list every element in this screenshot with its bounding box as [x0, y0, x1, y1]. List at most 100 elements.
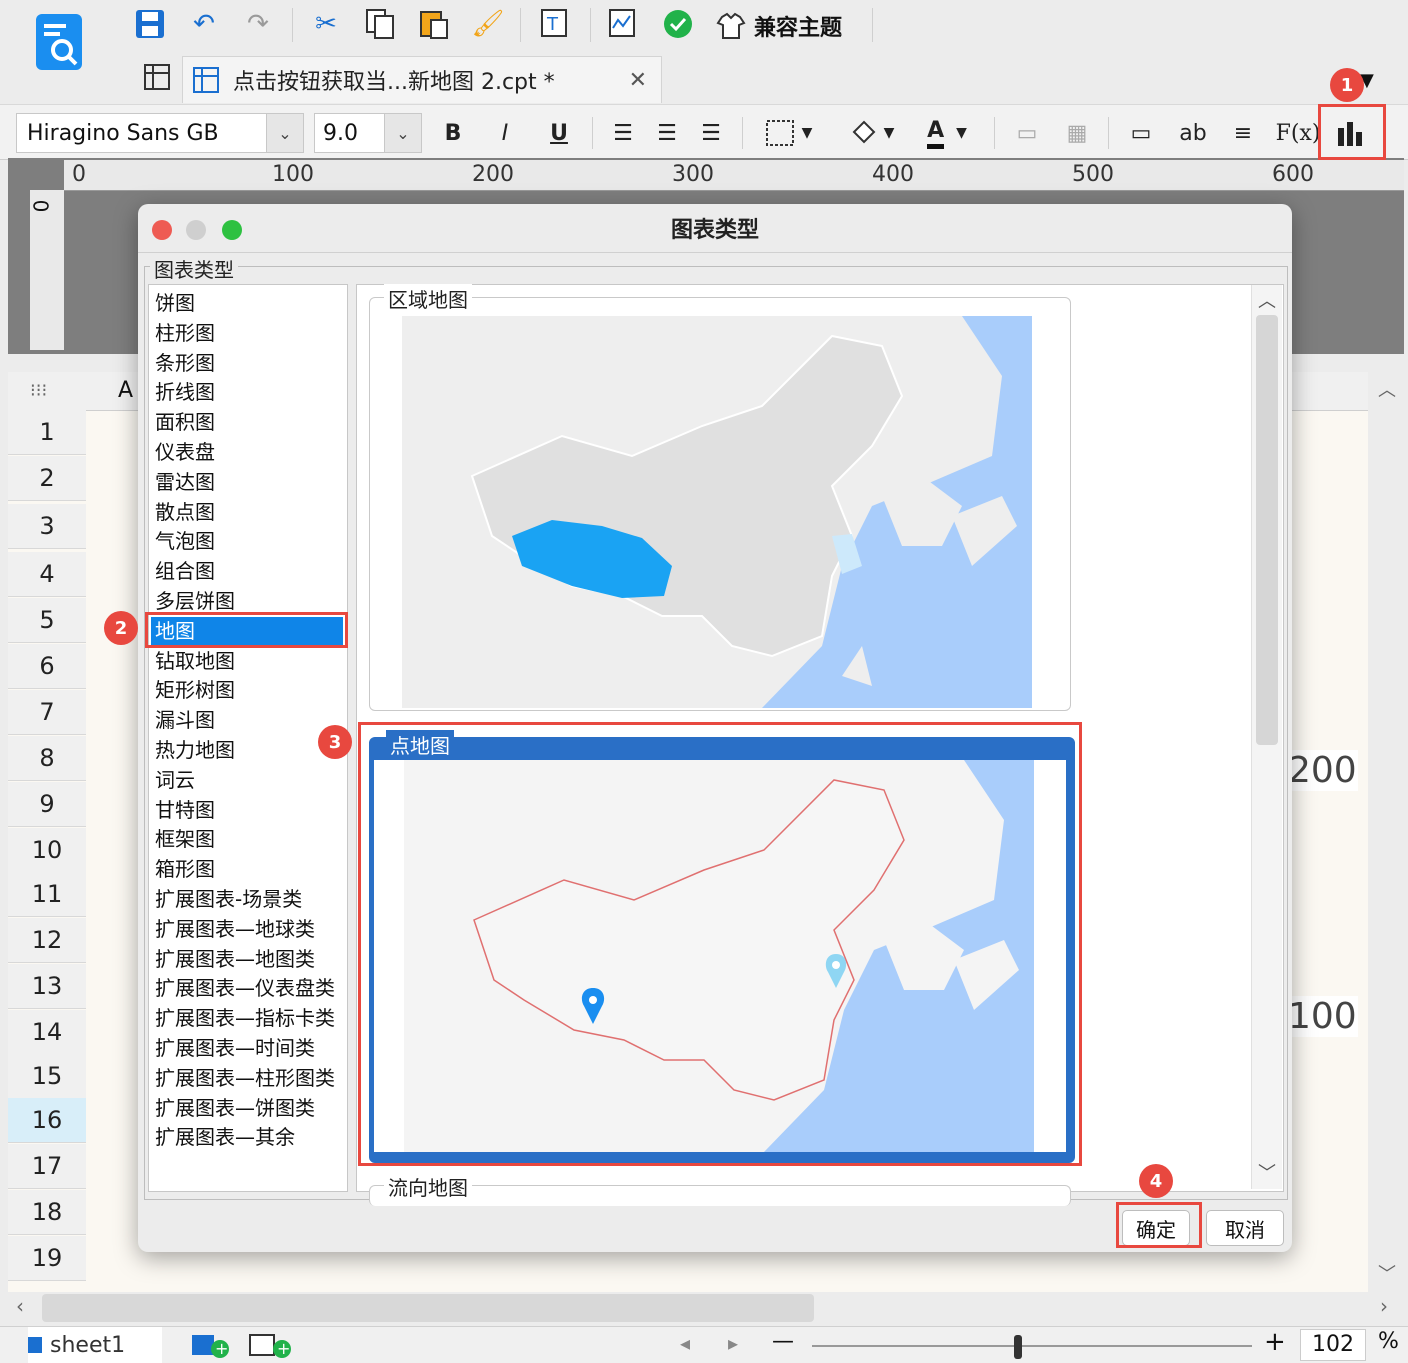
format-painter-icon[interactable]: 🖌	[470, 6, 506, 42]
zoom-in-button[interactable]: +	[1264, 1327, 1286, 1357]
row-header[interactable]: 12	[8, 918, 86, 963]
theme-button[interactable]: 兼容主题	[716, 8, 866, 44]
next-sheet-icon[interactable]: ▸	[728, 1331, 738, 1355]
border-icon[interactable]: ▼	[756, 115, 820, 151]
close-tab-icon[interactable]: ✕	[629, 68, 647, 93]
chart-type-item[interactable]: 漏斗图	[151, 706, 343, 735]
bold-button[interactable]: B	[438, 115, 468, 151]
chart-type-item[interactable]: 钻取地图	[151, 647, 343, 676]
chart-type-item[interactable]: 扩展图表—指标卡类	[151, 1004, 343, 1033]
chevron-down-icon[interactable]: ⌄	[266, 114, 303, 152]
text-color-button[interactable]: A ▼	[914, 115, 980, 151]
insert-cell-icon[interactable]: ▭	[1124, 115, 1158, 151]
chart-type-item[interactable]: 面积图	[151, 408, 343, 437]
chart-type-item[interactable]: 箱形图	[151, 855, 343, 884]
chart-type-item[interactable]: 扩展图表—仪表盘类	[151, 974, 343, 1003]
preview-icon[interactable]	[606, 6, 642, 42]
prev-sheet-icon[interactable]: ◂	[680, 1331, 690, 1355]
check-icon[interactable]	[660, 6, 696, 42]
preview-scrollbar[interactable]: ︿ ﹀	[1251, 285, 1282, 1189]
zoom-out-button[interactable]: —	[772, 1329, 794, 1354]
align-right-icon[interactable]: ☰	[694, 115, 728, 151]
row-header[interactable]: 14	[8, 1010, 86, 1055]
row-header[interactable]: 18	[8, 1190, 86, 1235]
table-grid-icon[interactable]: ▦	[1060, 115, 1094, 151]
underline-button[interactable]: U	[544, 115, 574, 151]
row-header[interactable]: 6	[8, 644, 86, 689]
chevron-up-icon[interactable]: ︿	[1378, 376, 1396, 402]
chart-type-item[interactable]: 折线图	[151, 378, 343, 407]
zoom-value[interactable]: 102	[1300, 1329, 1366, 1361]
vertical-scrollbar[interactable]: ︿ ﹀	[1372, 372, 1404, 1292]
scroll-thumb[interactable]	[42, 1294, 814, 1322]
chart-type-item[interactable]: 框架图	[151, 825, 343, 854]
paste-icon[interactable]	[416, 6, 452, 42]
align-left-icon[interactable]: ☰	[606, 115, 640, 151]
flow-map-card[interactable]: 流向地图	[369, 1172, 1071, 1206]
chart-type-item[interactable]: 条形图	[151, 349, 343, 378]
font-family-select[interactable]: Hiragino Sans GB ⌄	[16, 113, 304, 153]
italic-button[interactable]: I	[490, 115, 520, 151]
ab-button[interactable]: ab	[1176, 115, 1210, 151]
chart-type-item[interactable]: 甘特图	[151, 796, 343, 825]
chevron-down-icon[interactable]: ﹀	[1378, 1260, 1396, 1286]
row-header[interactable]: 19	[8, 1236, 86, 1281]
row-header[interactable]: 10	[8, 828, 86, 873]
chart-type-item[interactable]: 饼图	[151, 289, 343, 318]
font-size-select[interactable]: 9.0 ⌄	[314, 113, 422, 153]
row-header[interactable]: 5	[8, 598, 86, 643]
row-header[interactable]: 7	[8, 690, 86, 735]
row-header[interactable]: 13	[8, 964, 86, 1009]
chart-type-item[interactable]: 扩展图表—饼图类	[151, 1094, 343, 1123]
add-dashboard-icon[interactable]: +	[246, 1331, 294, 1359]
row-header[interactable]: 9	[8, 782, 86, 827]
row-header[interactable]: 4	[8, 552, 86, 597]
chevron-down-icon[interactable]: ﹀	[1258, 1159, 1276, 1185]
chart-type-item[interactable]: 扩展图表—其余	[151, 1123, 343, 1152]
chevron-left-icon[interactable]: ‹	[16, 1294, 24, 1318]
chart-type-item[interactable]: 气泡图	[151, 527, 343, 556]
row-header[interactable]: 15	[8, 1054, 86, 1099]
cancel-button[interactable]: 取消	[1206, 1210, 1284, 1246]
chart-type-item[interactable]: 矩形树图	[151, 676, 343, 705]
formula-button[interactable]: F(x)	[1276, 115, 1321, 151]
select-all-icon[interactable]: ⁝⁝⁝	[30, 380, 47, 401]
chevron-down-icon[interactable]: ⌄	[384, 114, 421, 152]
chart-type-item[interactable]: 柱形图	[151, 319, 343, 348]
chart-type-item[interactable]: 热力地图	[151, 736, 343, 765]
align-center-icon[interactable]: ☰	[650, 115, 684, 151]
row-header[interactable]: 17	[8, 1144, 86, 1189]
chart-type-item[interactable]: 扩展图表—柱形图类	[151, 1064, 343, 1093]
chart-type-item[interactable]: 扩展图表-场景类	[151, 885, 343, 914]
save-icon[interactable]	[132, 6, 168, 42]
chart-type-item[interactable]: 扩展图表—时间类	[151, 1034, 343, 1063]
chart-type-item[interactable]: 扩展图表—地图类	[151, 945, 343, 974]
grid-view-icon[interactable]	[142, 62, 176, 96]
scroll-thumb[interactable]	[1256, 315, 1278, 745]
row-header[interactable]: 16	[8, 1098, 86, 1143]
file-tab[interactable]: 点击按钮获取当...新地图 2.cpt * ✕	[182, 56, 662, 103]
column-a-header[interactable]: A	[118, 378, 133, 403]
redo-icon[interactable]: ↷	[240, 6, 276, 42]
chart-type-item[interactable]: 仪表盘	[151, 438, 343, 467]
fill-color-icon[interactable]: ▼	[838, 115, 902, 151]
add-sheet-icon[interactable]: +	[188, 1331, 232, 1359]
chart-type-item[interactable]: 散点图	[151, 498, 343, 527]
row-header[interactable]: 8	[8, 736, 86, 781]
chevron-right-icon[interactable]: ›	[1380, 1294, 1388, 1318]
cut-icon[interactable]: ✂	[308, 6, 344, 42]
chart-type-item[interactable]: 组合图	[151, 557, 343, 586]
paragraph-icon[interactable]: ≡	[1226, 115, 1260, 151]
undo-icon[interactable]: ↶	[186, 6, 222, 42]
horizontal-scrollbar[interactable]: ‹ ›	[8, 1292, 1404, 1324]
row-header[interactable]: 2	[8, 456, 86, 501]
copy-icon[interactable]	[362, 6, 398, 42]
row-header[interactable]: 11	[8, 872, 86, 917]
zoom-slider[interactable]	[812, 1335, 1252, 1359]
region-map-card[interactable]: 区域地图	[369, 284, 1071, 711]
text-search-icon[interactable]: T	[538, 6, 574, 42]
zoom-slider-handle[interactable]	[1014, 1335, 1022, 1359]
cell-text-icon[interactable]: ▭	[1010, 115, 1044, 151]
row-header[interactable]: 3	[8, 504, 86, 549]
chevron-up-icon[interactable]: ︿	[1258, 287, 1276, 313]
